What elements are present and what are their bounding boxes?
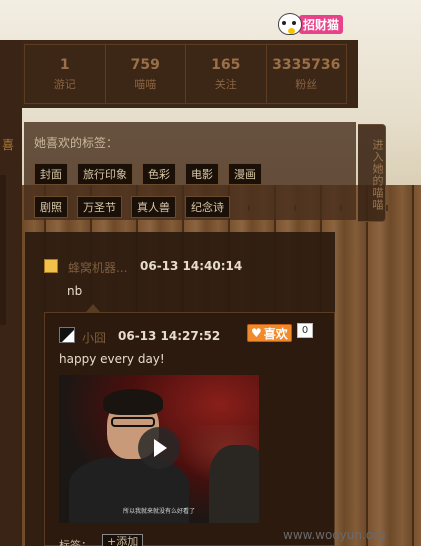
stat-number: 759 [130,57,160,73]
video-person-glasses [111,417,155,427]
stat-number: 1 [59,57,70,73]
stat-travel[interactable]: 1 游记 [25,45,106,103]
post-tags-label: 标签： [59,539,92,546]
post-time: 06-13 14:27:52 [118,329,221,343]
video-person-hair [103,389,163,415]
badge-label: 招财猫 [299,14,344,34]
author-name[interactable]: 小囧 [82,329,106,346]
tag-row-1: 封面 旅行印象 色彩 电影 漫画 [34,163,262,185]
lucky-cat-icon [278,13,302,35]
post-pointer [86,304,100,312]
tag-comic[interactable]: 漫画 [228,163,262,185]
stat-label: 喵喵 [134,78,157,91]
zhaocaimao-badge[interactable]: 招财猫 [278,13,344,35]
like-button[interactable]: ♥ 喜欢 [247,324,292,342]
video-subtitle: 所以我就来就没有么好看了 [122,508,195,515]
left-sidebar-label: 喜 [2,138,15,152]
add-tag-button[interactable]: +添加 [102,534,144,546]
post-text: happy every day! [59,352,165,366]
stat-posts[interactable]: 759 喵喵 [106,45,186,103]
video-thumbnail[interactable]: 所以我就来就没有么好看了 [59,375,259,523]
favorite-tags-panel: 她喜欢的标签： 封面 旅行印象 色彩 电影 漫画 剧照 万圣节 真人兽 纪念诗 [24,122,356,220]
stat-label: 关注 [214,78,237,91]
author-avatar[interactable] [59,327,75,343]
tag-color[interactable]: 色彩 [142,163,176,185]
tag-movie[interactable]: 电影 [185,163,219,185]
like-count: 0 [297,323,313,338]
tag-memorial-poem[interactable]: 纪念诗 [185,196,230,218]
stat-label: 游记 [53,78,76,91]
favorite-tags-title: 她喜欢的标签： [34,136,119,150]
tag-cover[interactable]: 封面 [34,163,68,185]
tag-halloween[interactable]: 万圣节 [77,196,122,218]
heart-icon: ♥ [251,326,262,340]
comment-text: nb [67,284,83,298]
watermark: www.wooyun.org [283,528,386,542]
commenter-avatar[interactable] [44,259,58,273]
tag-travel-impression[interactable]: 旅行印象 [77,163,133,185]
stat-number: 3335736 [272,57,341,73]
stats-bar: 1 游记 759 喵喵 165 关注 3335736 粉丝 [24,44,347,104]
like-label: 喜欢 [263,326,288,341]
commenter-name[interactable]: 蜂窝机器... [68,259,127,276]
stat-number: 165 [211,57,241,73]
enter-her-posts-tab[interactable]: 进入她的喵喵 [358,124,386,222]
comment-time: 06-13 14:40:14 [140,259,243,273]
stat-following[interactable]: 165 关注 [186,45,267,103]
tag-still[interactable]: 剧照 [34,196,68,218]
tag-row-2: 剧照 万圣节 真人兽 纪念诗 [34,196,230,218]
stat-label: 粉丝 [295,78,318,91]
tag-real-beast[interactable]: 真人兽 [131,196,176,218]
left-sidebar-edge [0,175,6,325]
play-icon[interactable] [138,427,180,469]
stat-followers[interactable]: 3335736 粉丝 [267,45,347,103]
